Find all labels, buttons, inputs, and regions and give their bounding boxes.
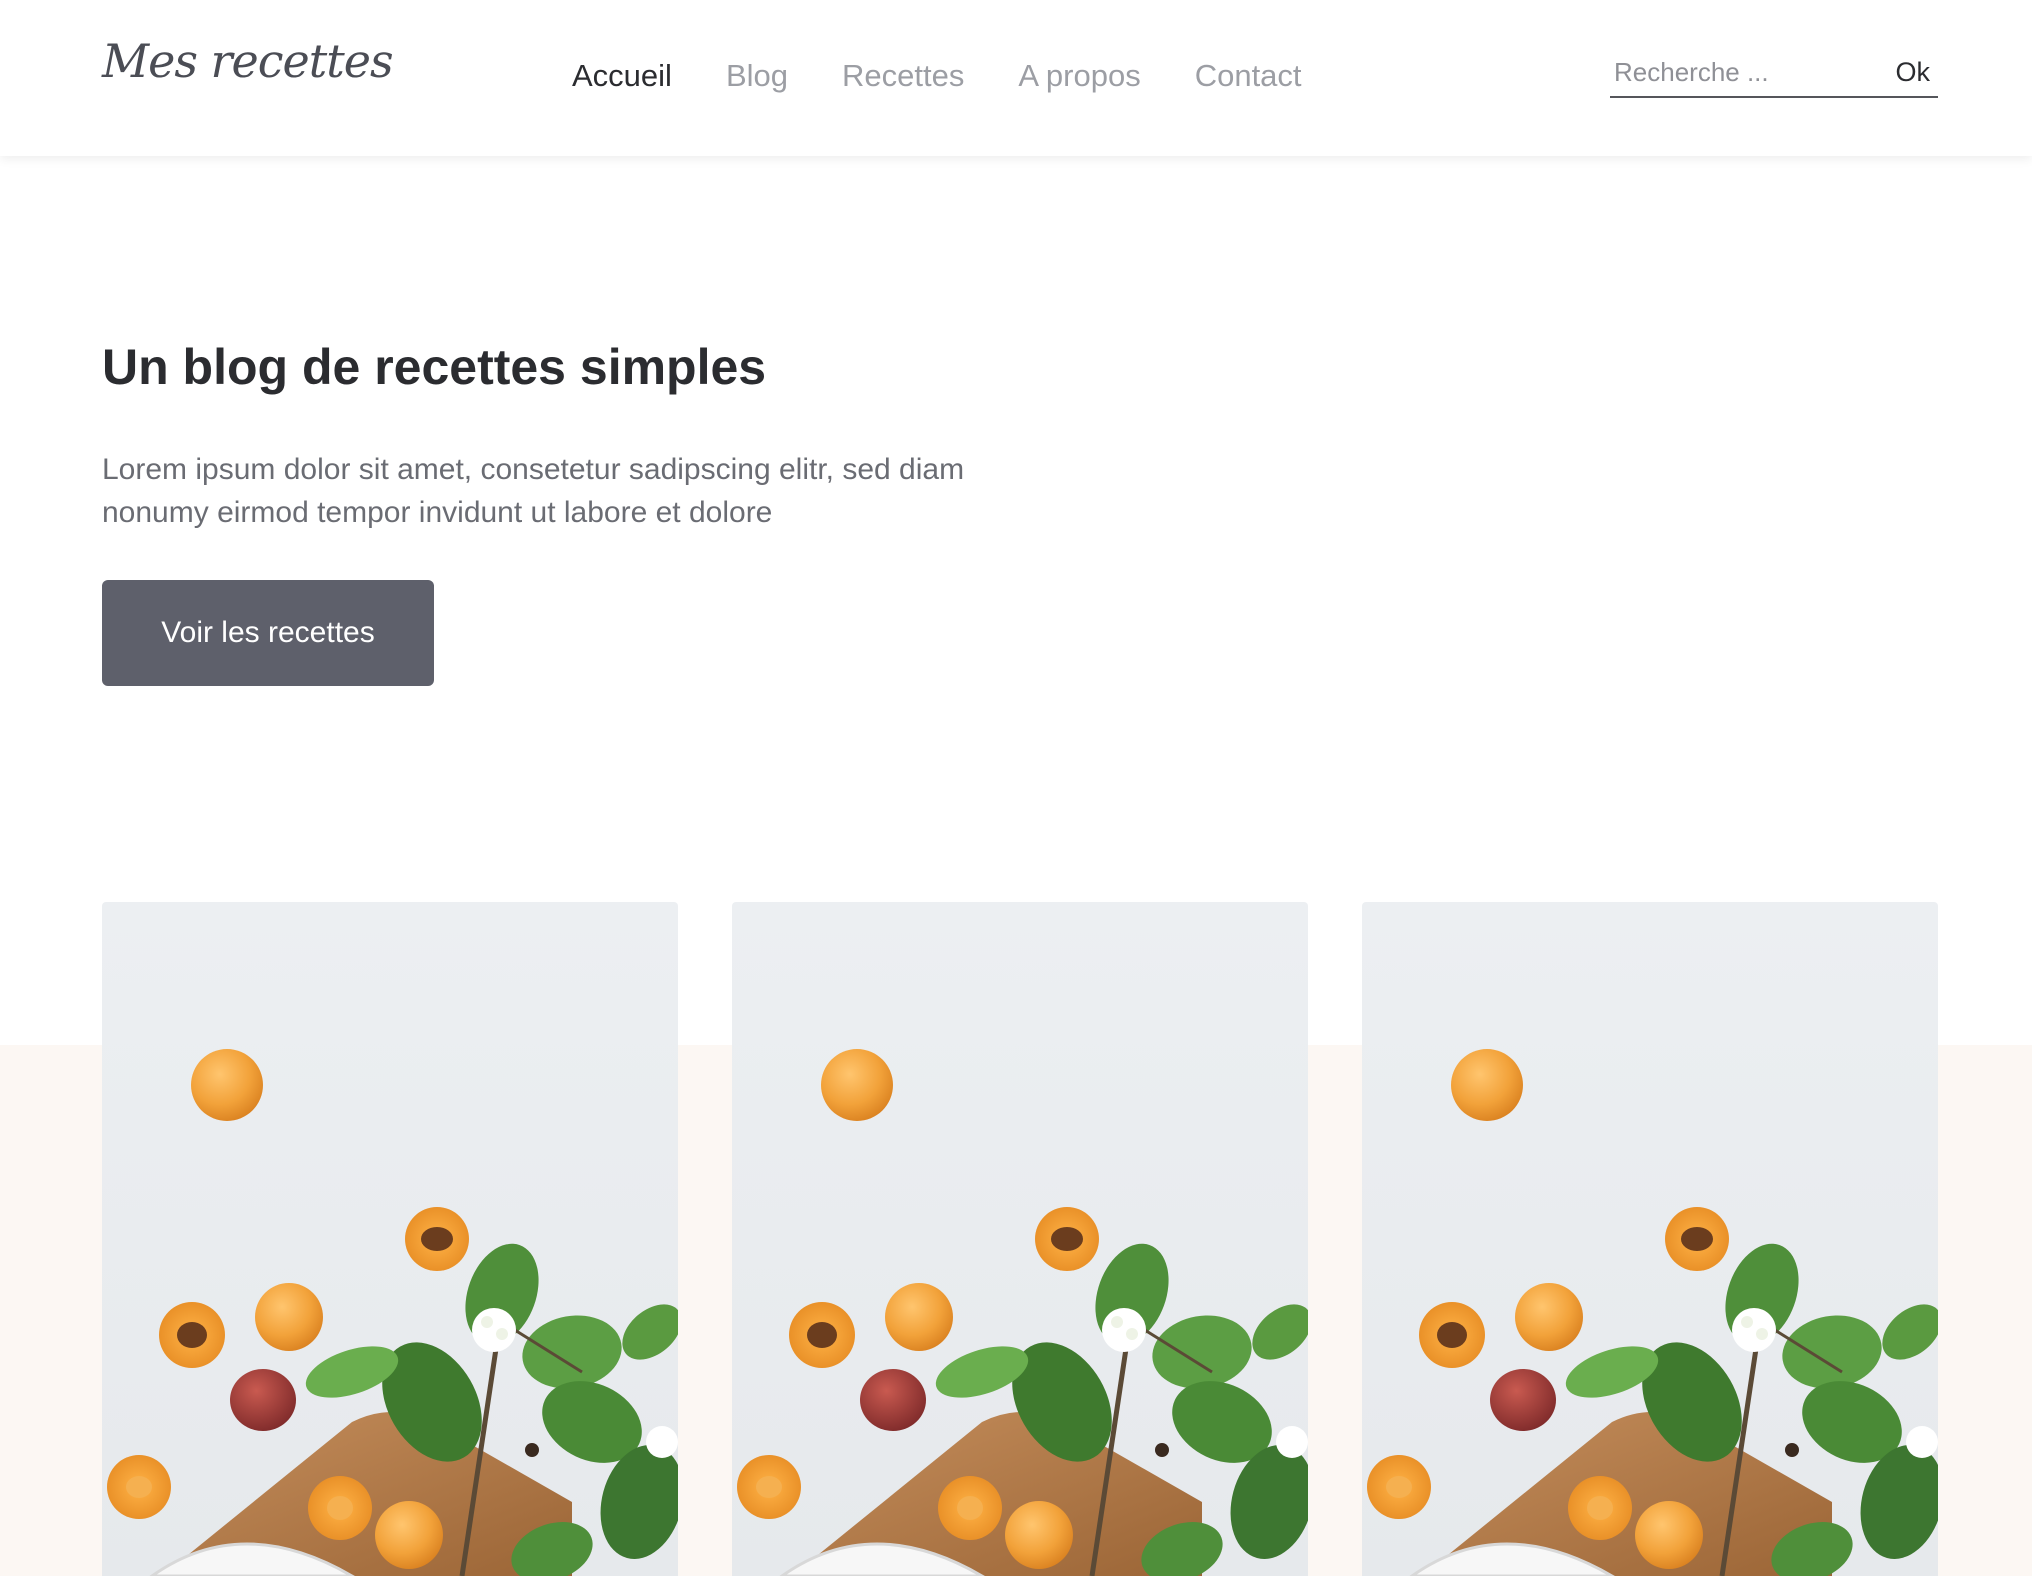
hero-title: Un blog de recettes simples: [102, 339, 767, 395]
search-submit-button[interactable]: Ok: [1895, 52, 1930, 92]
search-input[interactable]: [1614, 52, 1874, 92]
view-recipes-button[interactable]: Voir les recettes: [102, 580, 434, 686]
recipe-card[interactable]: [732, 902, 1308, 1576]
recipe-card[interactable]: [1362, 902, 1938, 1576]
site-logo[interactable]: Mes recettes: [102, 34, 394, 88]
apricots-photo: [1362, 902, 1938, 1576]
site-header: Mes recettes Accueil Blog Recettes A pro…: [0, 0, 2032, 156]
nav-item-blog[interactable]: Blog: [726, 52, 788, 100]
apricots-photo: [102, 902, 678, 1576]
apricots-photo: [732, 902, 1308, 1576]
search-box: Ok: [1610, 52, 1938, 98]
main-nav: Accueil Blog Recettes A propos Contact: [572, 52, 1356, 100]
nav-item-contact[interactable]: Contact: [1195, 52, 1302, 100]
recipe-card[interactable]: [102, 902, 678, 1576]
nav-item-a-propos[interactable]: A propos: [1018, 52, 1140, 100]
nav-item-accueil[interactable]: Accueil: [572, 52, 672, 100]
nav-item-recettes[interactable]: Recettes: [842, 52, 964, 100]
hero-text: Lorem ipsum dolor sit amet, consetetur s…: [102, 453, 965, 529]
